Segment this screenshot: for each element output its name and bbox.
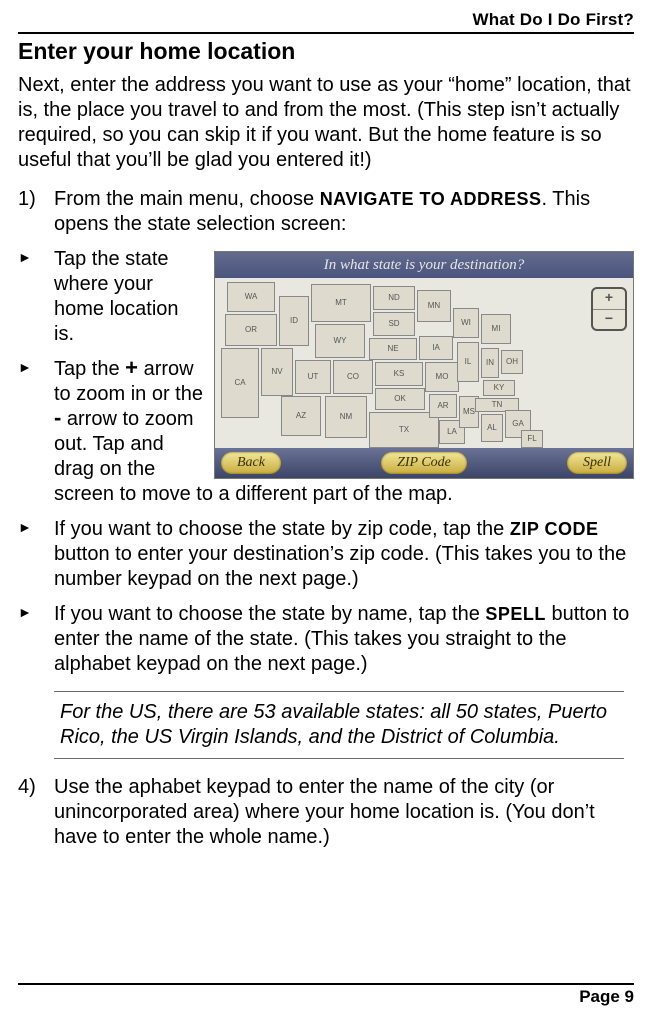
page-footer: Page 9 xyxy=(18,983,634,1007)
step-list: From the main menu, choose NAVIGATE TO A… xyxy=(18,187,634,237)
navigate-to-address-label: NAVIGATE TO ADDRESS xyxy=(320,189,542,209)
plus-icon: + xyxy=(125,355,138,380)
step-list-cont: Use the aphabet keypad to enter the name… xyxy=(18,775,634,850)
step-1-pre: From the main menu, choose xyxy=(54,188,320,210)
page-number: Page 9 xyxy=(579,987,634,1006)
intro-paragraph: Next, enter the address you want to use … xyxy=(18,73,634,173)
step-4: Use the aphabet keypad to enter the name… xyxy=(54,775,634,850)
bullet-zoom: Tap the + arrow to zoom in or the - arro… xyxy=(54,357,634,507)
bullet-zip-code: If you want to choose the state by zip c… xyxy=(54,517,634,592)
info-note: For the US, there are 53 available state… xyxy=(54,691,624,759)
bullet-list: Tap the state where your home location i… xyxy=(18,247,634,677)
step-1: From the main menu, choose NAVIGATE TO A… xyxy=(54,187,634,237)
chapter-title: What Do I Do First? xyxy=(18,10,634,32)
section-title: Enter your home location xyxy=(18,38,634,65)
map-and-bullets-block: In what state is your destination? WA OR… xyxy=(18,247,634,687)
zip-code-label: ZIP CODE xyxy=(510,519,599,539)
page-header: What Do I Do First? xyxy=(18,10,634,34)
spell-label: SPELL xyxy=(485,604,546,624)
bullet-spell: If you want to choose the state by name,… xyxy=(54,602,634,677)
bullet-tap-state: Tap the state where your home location i… xyxy=(54,247,634,347)
